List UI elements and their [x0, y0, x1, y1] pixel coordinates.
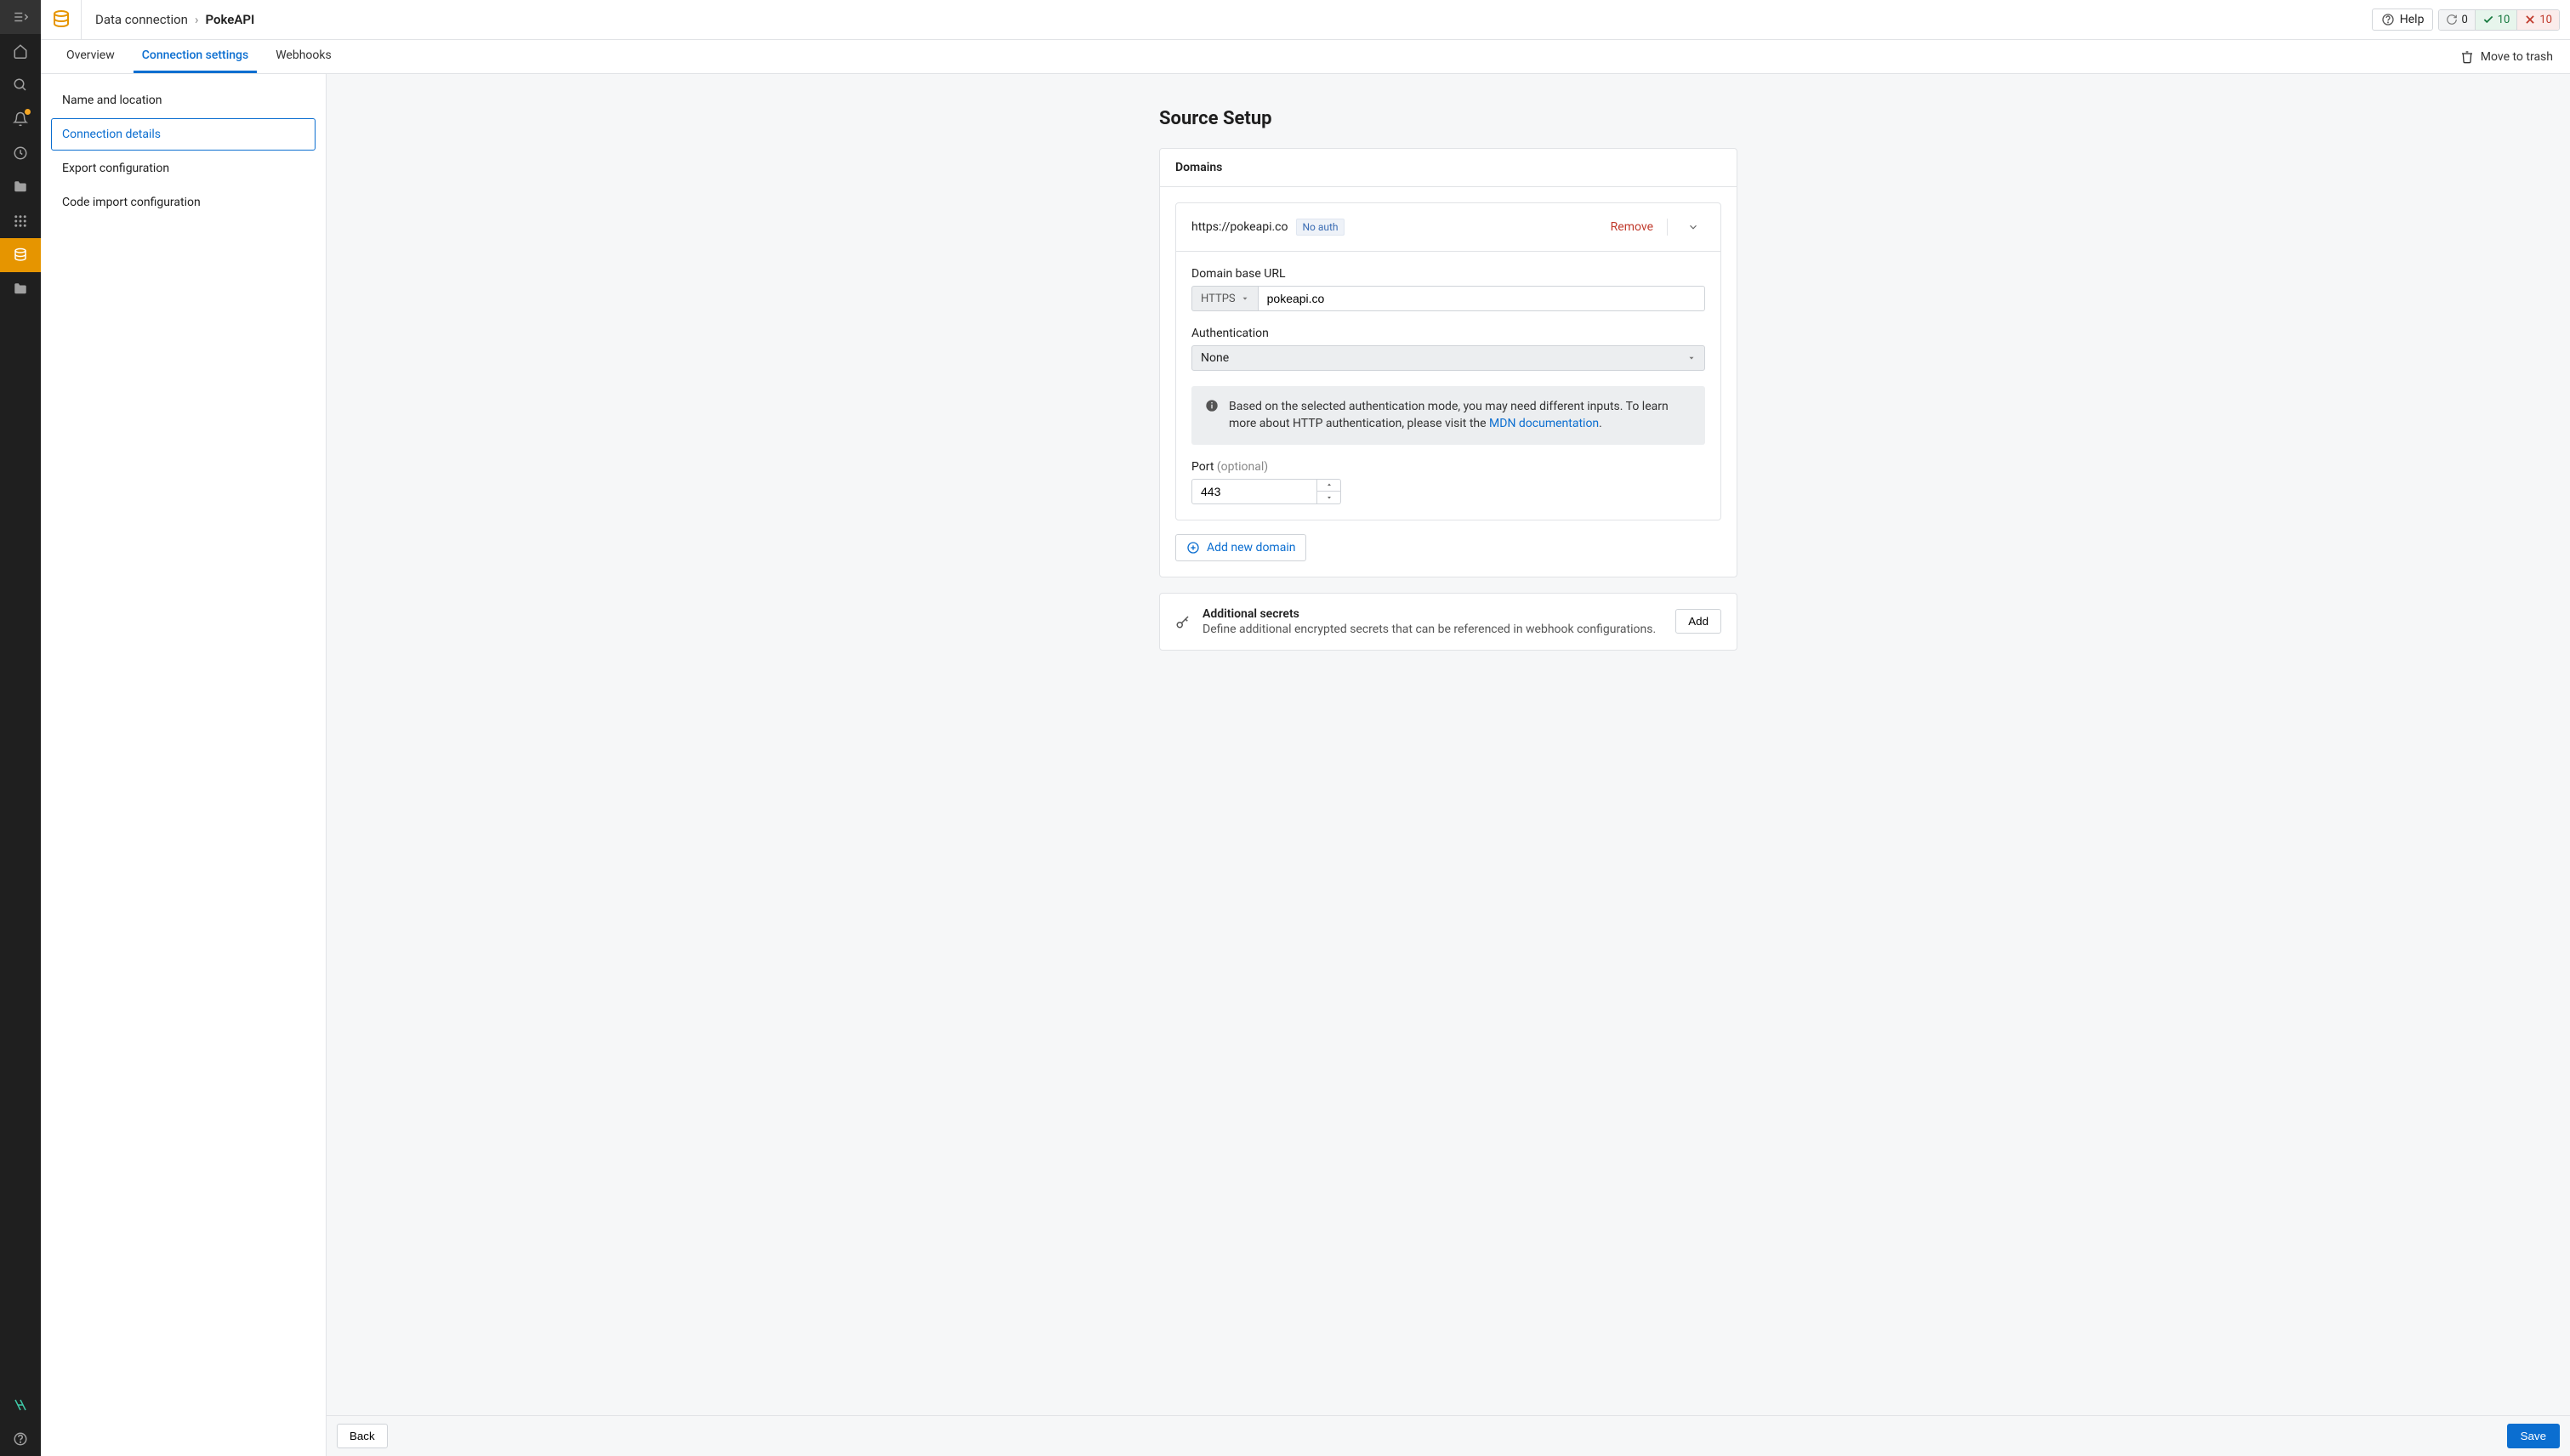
chevron-right-icon: › — [195, 12, 199, 27]
remove-domain-button[interactable]: Remove — [1611, 220, 1653, 234]
base-url-label: Domain base URL — [1191, 267, 1705, 281]
header: Data connection › PokeAPI Help 0 — [41, 0, 2570, 40]
domains-header: Domains — [1160, 149, 1737, 187]
collapse-domain-button[interactable] — [1681, 215, 1705, 239]
check-icon — [2482, 14, 2494, 26]
nav-home-icon[interactable] — [0, 34, 41, 68]
info-icon — [1205, 399, 1219, 412]
port-input[interactable] — [1191, 479, 1317, 504]
domain-entry: https://pokeapi.co No auth Remove — [1175, 202, 1721, 520]
sidenav-connection-details[interactable]: Connection details — [51, 118, 316, 151]
auth-badge: No auth — [1296, 219, 1344, 236]
nav-apps-icon[interactable] — [0, 204, 41, 238]
base-url-input[interactable] — [1258, 286, 1705, 311]
status-ok[interactable]: 10 — [2476, 10, 2518, 30]
port-step-down[interactable] — [1317, 492, 1340, 503]
nav-help-icon[interactable] — [0, 1422, 41, 1456]
tab-row: Overview Connection settings Webhooks Mo… — [41, 40, 2570, 74]
datasource-icon — [41, 0, 82, 40]
port-step-up[interactable] — [1317, 480, 1340, 492]
nav-folder2-icon[interactable] — [0, 272, 41, 306]
breadcrumb: Data connection › PokeAPI — [82, 12, 254, 27]
chevron-up-icon — [1325, 482, 1333, 487]
x-icon — [2524, 14, 2536, 26]
add-secret-button[interactable]: Add — [1675, 609, 1721, 634]
status-error[interactable]: 10 — [2517, 10, 2559, 30]
nav-search-icon[interactable] — [0, 68, 41, 102]
save-button[interactable]: Save — [2507, 1424, 2560, 1448]
plus-circle-icon — [1186, 541, 1200, 555]
nav-database-icon[interactable] — [0, 238, 41, 272]
tab-webhooks[interactable]: Webhooks — [267, 40, 340, 73]
sidenav-export-config[interactable]: Export configuration — [51, 152, 316, 185]
status-group: 0 10 10 — [2438, 9, 2560, 31]
key-icon — [1175, 614, 1191, 629]
status-sync[interactable]: 0 — [2439, 10, 2475, 30]
nav-collapse-icon[interactable] — [0, 0, 41, 34]
sidenav-code-import[interactable]: Code import configuration — [51, 186, 316, 219]
nav-rail — [0, 0, 41, 1456]
help-circle-icon — [2381, 13, 2395, 26]
trash-icon — [2460, 50, 2474, 64]
chevron-down-icon — [1325, 495, 1333, 500]
back-button[interactable]: Back — [337, 1424, 388, 1448]
auth-info: Based on the selected authentication mod… — [1191, 386, 1705, 445]
protocol-select[interactable]: HTTPS — [1191, 286, 1258, 311]
port-label: Port (optional) — [1191, 460, 1705, 474]
tab-connection-settings[interactable]: Connection settings — [134, 40, 257, 73]
nav-history-icon[interactable] — [0, 136, 41, 170]
tab-overview[interactable]: Overview — [58, 40, 123, 73]
caret-down-icon — [1241, 294, 1249, 303]
sidenav-name-location[interactable]: Name and location — [51, 84, 316, 117]
help-button[interactable]: Help — [2372, 9, 2434, 31]
move-to-trash-button[interactable]: Move to trash — [2460, 40, 2553, 73]
chevron-down-icon — [1687, 221, 1699, 233]
nav-x-icon[interactable] — [0, 1388, 41, 1422]
help-label: Help — [2400, 13, 2425, 26]
settings-side-nav: Name and location Connection details Exp… — [41, 74, 327, 1456]
auth-label: Authentication — [1191, 327, 1705, 340]
add-domain-button[interactable]: Add new domain — [1175, 534, 1306, 561]
refresh-icon — [2446, 14, 2458, 26]
port-stepper — [1317, 479, 1341, 504]
caret-down-icon — [1687, 354, 1696, 362]
nav-notifications-icon[interactable] — [0, 102, 41, 136]
secrets-title: Additional secrets — [1203, 607, 1663, 621]
page-title: Source Setup — [1159, 108, 1737, 129]
domains-card: Domains https://pokeapi.co No auth Remov… — [1159, 148, 1737, 577]
domain-url-text: https://pokeapi.co — [1191, 220, 1288, 234]
secrets-desc: Define additional encrypted secrets that… — [1203, 623, 1663, 636]
breadcrumb-current: PokeAPI — [205, 12, 254, 27]
mdn-link[interactable]: MDN documentation — [1489, 417, 1599, 430]
nav-folder-icon[interactable] — [0, 170, 41, 204]
auth-select[interactable]: None — [1191, 345, 1705, 371]
secrets-card: Additional secrets Define additional enc… — [1159, 593, 1737, 651]
footer: Back Save — [327, 1415, 2570, 1456]
breadcrumb-parent[interactable]: Data connection — [95, 12, 188, 27]
